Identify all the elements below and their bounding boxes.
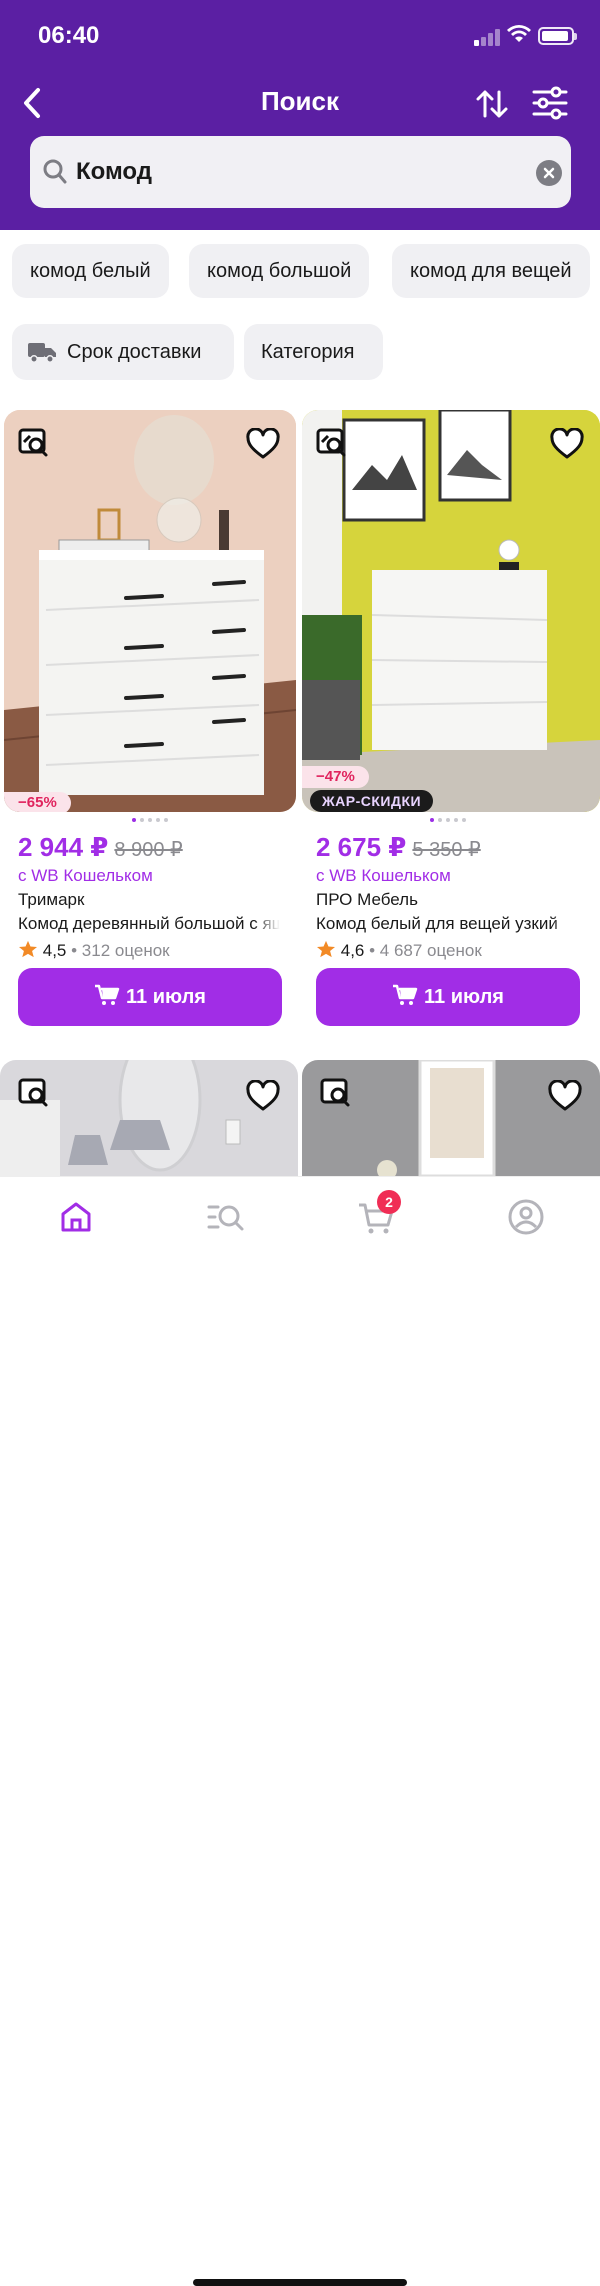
delivery-filter-chip[interactable]: Срок доставки [12,324,234,380]
product-name[interactable]: Комод белый для вещей узкий [316,914,578,934]
suggestion-chips: комод белый комод большой комод для веще… [0,244,600,298]
heart-icon[interactable] [550,428,584,460]
brand-name: ПРО Мебель [316,890,418,909]
clear-icon[interactable] [536,160,562,186]
current-price: 2 944 ₽ [18,832,109,862]
image-pager [4,818,296,824]
add-to-cart-button[interactable]: 11 июля [316,968,580,1026]
search-bar[interactable] [30,136,571,208]
suggestion-chip[interactable]: комод большой [189,244,370,298]
rating-value: 4,5 [42,941,67,960]
current-price: 2 675 ₽ [316,832,407,862]
search-input[interactable] [76,150,516,194]
reviews-count: 312 оценок [81,941,170,960]
category-filter-chip[interactable]: Категория [244,324,383,380]
reviews-count: 4 687 оценок [379,941,482,960]
sort-icon[interactable] [474,86,510,122]
cellular-signal-icon [474,28,502,46]
discount-badge: −47% [302,766,369,788]
image-pager [302,818,594,824]
rating-value: 4,6 [340,941,365,960]
battery-icon [538,27,577,45]
product-card[interactable] [0,1060,298,1176]
tab-bar: 2 [0,1176,600,2286]
old-price: 5 350 ₽ [412,839,481,861]
suggestion-chip[interactable]: комод белый [12,244,169,298]
product-name[interactable]: Комод деревянный большой с ящиками [18,914,280,934]
page-title: Поиск [260,86,340,116]
rating: 4,5 • 312 оценок [18,940,170,961]
profile-icon[interactable] [506,1197,546,1237]
similar-search-icon[interactable] [18,428,52,460]
similar-search-icon[interactable] [320,1078,354,1110]
star-icon [19,940,37,958]
wallet-note: с WB Кошельком [316,866,451,885]
wallet-note: с WB Кошельком [18,866,153,885]
app-header: Поиск [0,70,600,230]
category-filter-label: Категория [261,341,355,363]
similar-search-icon[interactable] [316,428,350,460]
brand-name: Тримарк [18,890,85,909]
product-photo [4,410,296,812]
home-indicator [193,2279,407,2286]
delivery-filter-label: Срок доставки [67,341,202,363]
product-image[interactable]: −47% ЖАР-СКИДКИ [302,410,600,812]
truck-icon [28,343,56,363]
product-photo [302,410,600,812]
rating: 4,6 • 4 687 оценок [316,940,482,961]
price: 2 944 ₽8 900 ₽ [18,832,183,863]
catalog-search-icon[interactable] [206,1197,246,1237]
delivery-date: 11 июля [126,986,206,1008]
add-to-cart-button[interactable]: 11 июля [18,968,282,1026]
heart-icon[interactable] [246,1080,280,1112]
filter-icon[interactable] [532,86,568,120]
suggestion-chip[interactable]: комод для вещей [392,244,590,298]
similar-search-icon[interactable] [18,1078,52,1110]
wifi-icon [507,25,531,42]
star-icon [317,940,335,958]
status-bar: 06:40 [0,0,600,70]
hot-sale-badge: ЖАР-СКИДКИ [310,790,434,812]
cart-icon [95,984,120,1005]
search-icon [43,159,67,184]
delivery-date: 11 июля [424,986,504,1008]
status-time: 06:40 [38,22,100,49]
heart-icon[interactable] [548,1080,582,1112]
discount-badge: −65% [4,792,71,812]
cart-badge: 2 [377,1190,401,1214]
old-price: 8 900 ₽ [114,839,183,861]
cart-icon [393,984,418,1005]
product-image[interactable]: −65% [4,410,296,812]
price: 2 675 ₽5 350 ₽ [316,832,481,863]
heart-icon[interactable] [246,428,280,460]
product-card[interactable] [302,1060,600,1176]
home-icon[interactable] [56,1197,96,1237]
